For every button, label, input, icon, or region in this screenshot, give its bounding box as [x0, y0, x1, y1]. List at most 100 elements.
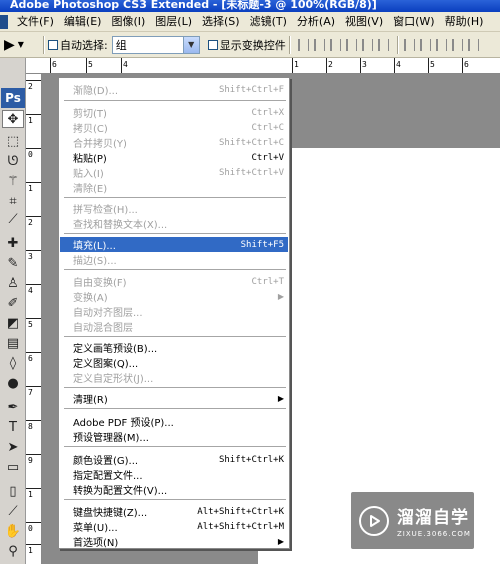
type-tool-icon[interactable]: T [2, 418, 24, 436]
menu-help[interactable]: 帮助(H) [440, 13, 489, 31]
align-top-edges-icon[interactable] [297, 38, 309, 51]
menu-image[interactable]: 图像(I) [106, 13, 150, 31]
align-left-edges-icon[interactable] [345, 38, 357, 51]
menu-edit[interactable]: 编辑(E) [58, 12, 107, 31]
menu-view[interactable]: 视图(V) [340, 13, 388, 31]
path-selection-tool-icon[interactable]: ➤ [2, 438, 24, 456]
distribute-top-edges-icon[interactable] [403, 38, 415, 51]
menu-item-paste[interactable]: 粘贴(P) Ctrl+V [60, 150, 288, 166]
align-right-edges-icon[interactable] [377, 38, 389, 51]
ruler-label: 2 [28, 218, 33, 227]
menu-item-free-transform[interactable]: 自由变换(F) Ctrl+T [60, 274, 288, 290]
menu-item-copy-merged[interactable]: 合并拷贝(Y) Shift+Ctrl+C [60, 135, 288, 151]
ps-logo[interactable]: Ps [1, 88, 25, 108]
menu-item-preferences[interactable]: 首选项(N) ▶ [60, 534, 288, 549]
menu-item-convert-to-profile[interactable]: 转换为配置文件(V)... [60, 482, 288, 497]
eraser-tool-icon[interactable]: ◩ [2, 314, 24, 332]
brush-tool-icon[interactable]: ✎ [2, 254, 24, 272]
chevron-right-icon: ▶ [277, 394, 284, 403]
menu-item-find-replace-text[interactable]: 查找和替换文本(X)... [60, 216, 288, 231]
menu-select[interactable]: 选择(S) [197, 13, 245, 31]
eyedropper-tool-icon[interactable]: ⟋ [2, 502, 24, 520]
tool-preset-picker[interactable]: ▶ ▼ [0, 37, 40, 53]
move-tool-icon[interactable]: ✥ [2, 110, 24, 128]
ruler-label: 3 [362, 60, 367, 69]
ruler-tick [26, 420, 41, 421]
menu-item-fill[interactable]: 填充(L)... Shift+F5 [60, 237, 288, 252]
lasso-tool-icon[interactable]: ᘎ [2, 152, 24, 170]
shape-tool-icon[interactable]: ▭ [2, 458, 24, 476]
ruler-tick [26, 352, 41, 353]
photoshop-window: Adobe Photoshop CS3 Extended - [未标题-3 @ … [0, 0, 500, 564]
notes-tool-icon[interactable]: ▯ [2, 482, 24, 500]
app-menu-icon[interactable] [0, 14, 8, 29]
menu-item-adobe-pdf-presets[interactable]: Adobe PDF 预设(P)... [60, 414, 288, 429]
menu-item-keyboard-shortcuts[interactable]: 键盘快捷键(Z)... Alt+Shift+Ctrl+K [60, 504, 288, 520]
menu-file[interactable]: 文件(F) [12, 13, 59, 31]
menu-item-clear[interactable]: 清除(E) [60, 180, 288, 195]
align-horizontal-centers-icon[interactable] [361, 38, 373, 51]
crop-tool-icon[interactable]: ⌗ [2, 192, 24, 210]
play-icon [359, 505, 389, 536]
marquee-tool-icon[interactable]: ⬚ [2, 132, 24, 150]
chevron-down-icon: ▼ [17, 40, 24, 49]
menu-item-fade[interactable]: 渐隐(D)... Shift+Ctrl+F [60, 82, 288, 98]
menu-layer[interactable]: 图层(L) [150, 13, 197, 31]
menu-item-auto-align-layers[interactable]: 自动对齐图层... [60, 304, 288, 319]
distribute-horizontal-centers-icon[interactable] [467, 38, 479, 51]
show-transform-controls-checkbox[interactable] [207, 39, 218, 50]
zoom-tool-icon[interactable]: ⚲ [2, 542, 24, 560]
menu-item-color-settings[interactable]: 颜色设置(G)... Shift+Ctrl+K [60, 452, 288, 468]
align-bottom-edges-icon[interactable] [329, 38, 341, 51]
distribute-bottom-edges-icon[interactable] [435, 38, 447, 51]
ruler-tick [26, 114, 41, 115]
pen-tool-icon[interactable]: ✒ [2, 398, 24, 416]
ruler-label: 2 [28, 82, 33, 91]
distribute-vertical-centers-icon[interactable] [419, 38, 431, 51]
auto-select-checkbox[interactable] [48, 39, 58, 50]
auto-select-dropdown[interactable]: 组 ▼ [111, 35, 200, 54]
slice-tool-icon[interactable]: ⟋ [2, 210, 24, 228]
menu-item-define-custom-shape[interactable]: 定义自定形状(J)... [60, 370, 288, 385]
edit-menu-dropdown: 渐隐(D)... Shift+Ctrl+F 剪切(T) Ctrl+X 拷贝(C) Ct… [58, 77, 290, 549]
clone-stamp-tool-icon[interactable]: ♙ [2, 274, 24, 292]
menu-item-paste-into[interactable]: 贴入(I) Shift+Ctrl+V [60, 165, 288, 181]
menu-item-copy[interactable]: 拷贝(C) Ctrl+C [60, 120, 288, 136]
auto-select-value: 组 [115, 38, 127, 52]
ruler-label: 1 [28, 184, 33, 193]
menu-item-assign-profile[interactable]: 指定配置文件... [60, 467, 288, 482]
menu-analysis[interactable]: 分析(A) [292, 13, 340, 31]
menu-item-stroke[interactable]: 描边(S)... [60, 252, 288, 267]
menu-item-preset-manager[interactable]: 预设管理器(M)... [60, 429, 288, 444]
ruler-tick [26, 148, 41, 149]
options-bar: ▶ ▼ 自动选择: 组 ▼ 显示变换控件 [0, 32, 500, 58]
menu-item-define-brush-preset[interactable]: 定义画笔预设(B)... [60, 340, 288, 355]
menu-bar: 文件(F) 编辑(E) 图像(I) 图层(L) 选择(S) 滤镜(T) 分析(A… [0, 12, 500, 32]
magic-wand-tool-icon[interactable]: ⚚ [2, 172, 24, 190]
ruler-label: 1 [294, 60, 299, 69]
distribute-left-edges-icon[interactable] [451, 38, 463, 51]
menu-item-menus[interactable]: 菜单(U)... Alt+Shift+Ctrl+M [60, 519, 288, 535]
menu-item-auto-blend-layers[interactable]: 自动混合图层 [60, 319, 288, 334]
dodge-tool-icon[interactable]: ● [2, 374, 24, 392]
menu-filter[interactable]: 滤镜(T) [245, 13, 292, 31]
ruler-tick [360, 58, 361, 73]
history-brush-tool-icon[interactable]: ✐ [2, 294, 24, 312]
align-vertical-centers-icon[interactable] [313, 38, 325, 51]
menu-item-check-spelling[interactable]: 拼写检查(H)... [60, 201, 288, 216]
menu-item-transform[interactable]: 变换(A) ▶ [60, 289, 288, 304]
ruler-tick [26, 544, 41, 545]
menu-item-cut[interactable]: 剪切(T) Ctrl+X [60, 105, 288, 121]
menu-window[interactable]: 窗口(W) [388, 13, 439, 31]
menu-item-define-pattern[interactable]: 定义图案(Q)... [60, 355, 288, 370]
ruler-tick [121, 58, 122, 73]
ruler-label: 5 [430, 60, 435, 69]
divider [396, 35, 399, 54]
hand-tool-icon[interactable]: ✋ [2, 522, 24, 540]
blur-tool-icon[interactable]: ◊ [2, 354, 24, 372]
healing-brush-tool-icon[interactable]: ✚ [2, 234, 24, 252]
gradient-tool-icon[interactable]: ▤ [2, 334, 24, 352]
ruler-tick [326, 58, 327, 73]
ruler-label: 5 [28, 320, 33, 329]
menu-item-purge[interactable]: 清理(R) ▶ [60, 391, 288, 406]
